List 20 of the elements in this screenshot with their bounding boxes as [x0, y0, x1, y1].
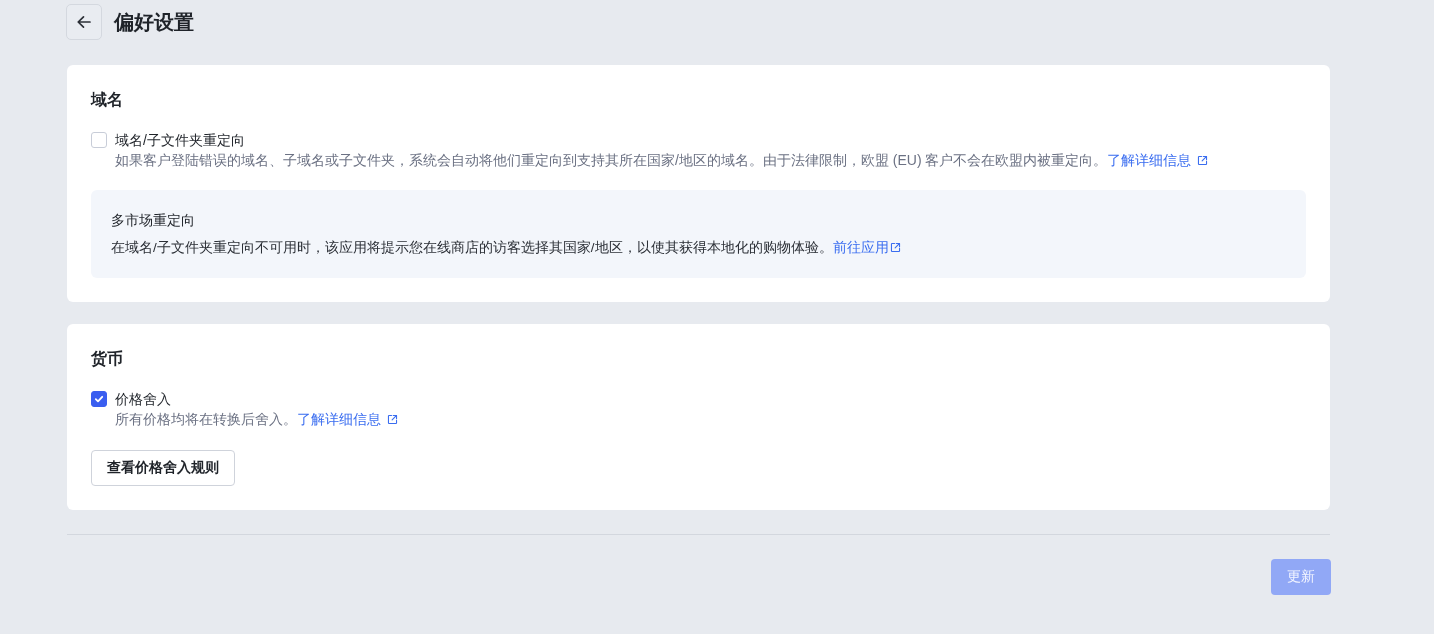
- section-title: 货币: [91, 349, 124, 370]
- notice-title: 多市场重定向: [111, 211, 196, 230]
- checkbox-label[interactable]: 价格舍入: [115, 389, 171, 409]
- open-app-link[interactable]: 前往应用: [832, 240, 901, 255]
- external-link-icon: [889, 242, 901, 253]
- checkmark-icon: [94, 394, 104, 404]
- back-button[interactable]: [66, 4, 102, 40]
- checkbox-label[interactable]: 域名/子文件夹重定向: [115, 130, 245, 150]
- view-rules-button[interactable]: 查看价格舍入规则: [91, 450, 235, 486]
- checkbox[interactable]: [91, 391, 107, 407]
- option-description: 所有价格均将在转换后舍入。了解详细信息: [115, 409, 1306, 429]
- page-title: 偏好设置: [114, 10, 194, 35]
- option-description: 如果客户登陆错误的域名、子域名或子文件夹，系统会自动将他们重定向到支持其所在国家/地区的域名。由于法律限制，欧盟 (EU) 客户不会在欧盟内被重定向。了解详细信息: [115, 150, 1306, 170]
- external-link-icon: [387, 414, 398, 425]
- learn-more-link[interactable]: 了解详细信息: [1107, 152, 1209, 168]
- section-title: 域名: [91, 90, 124, 110]
- external-link-icon: [1197, 155, 1209, 166]
- learn-more-link[interactable]: 了解详细信息: [297, 411, 398, 427]
- back-arrow-icon: [75, 13, 93, 31]
- notice-text: 在域名/子文件夹重定向不可用时，该应用将提示您在线商店的访客选择其国家/地区，以使其获得本地化的购物体验。前往应用: [111, 238, 1286, 258]
